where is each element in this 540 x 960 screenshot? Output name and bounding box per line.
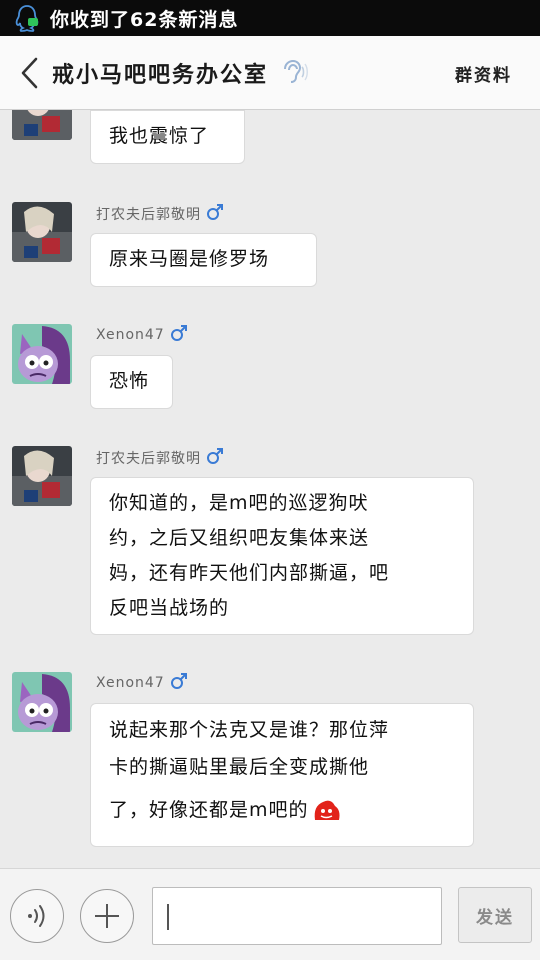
- message-text: 我也震惊了: [109, 125, 210, 147]
- message-line: 说起来那个法克又是谁？那位萍: [109, 719, 390, 741]
- male-icon: [170, 672, 188, 694]
- voice-icon: [28, 905, 45, 927]
- earpiece-mode-icon[interactable]: [278, 58, 308, 88]
- message-line: 你知道的，是m吧的巡逻狗吠: [109, 492, 369, 514]
- message-bubble[interactable]: 你知道的，是m吧的巡逻狗吠 约，之后又组织吧友集体来送 妈，还有昨天他们内部撕逼…: [90, 477, 474, 635]
- male-icon: [206, 203, 224, 225]
- voice-button[interactable]: [10, 889, 64, 943]
- sender-name: 打农夫后郭敬明: [96, 203, 224, 225]
- avatar[interactable]: [12, 202, 72, 262]
- message-line: 了，好像还都是m吧的: [109, 799, 309, 821]
- sender-name: 打农夫后郭敬明: [96, 447, 224, 469]
- qq-penguin-icon: [14, 4, 40, 32]
- avatar[interactable]: [12, 324, 72, 384]
- group-info-link[interactable]: 群资料: [455, 36, 512, 110]
- avatar[interactable]: [12, 672, 72, 732]
- chat-area[interactable]: 我也震惊了 打农夫后郭敬明 原来马圈是修罗场 Xenon47 恐怖 打农夫后郭敬…: [0, 110, 540, 868]
- sender-name-text: 打农夫后郭敬明: [96, 451, 201, 467]
- message-line: 妈，还有昨天他们内部撕逼，吧: [109, 562, 390, 584]
- male-icon: [206, 447, 224, 469]
- message-bubble[interactable]: 我也震惊了: [90, 110, 245, 164]
- back-button[interactable]: [8, 36, 50, 110]
- message-line: 反吧当战场的: [109, 597, 230, 619]
- notification-text[interactable]: 你收到了62条新消息: [50, 5, 238, 32]
- status-bar: 你收到了62条新消息: [0, 0, 540, 36]
- message-bubble[interactable]: 说起来那个法克又是谁？那位萍 卡的撕逼贴里最后全变成撕他 了，好像还都是m吧的: [90, 703, 474, 847]
- avatar[interactable]: [12, 110, 72, 140]
- message-text: 恐怖: [109, 370, 150, 392]
- sender-name-text: Xenon47: [96, 327, 165, 343]
- sender-name-text: Xenon47: [96, 675, 165, 691]
- message-line: 卡的撕逼贴里最后全变成撕他: [109, 756, 370, 778]
- message-line: 约，之后又组织吧友集体来送: [109, 527, 370, 549]
- chat-header: 戒小马吧吧务办公室 群资料: [0, 36, 540, 110]
- emoji-icon: [311, 798, 341, 824]
- avatar[interactable]: [12, 446, 72, 506]
- sender-name-text: 打农夫后郭敬明: [96, 207, 201, 223]
- input-bar: 发送: [0, 868, 540, 960]
- add-button[interactable]: [80, 889, 134, 943]
- message-text: 原来马圈是修罗场: [109, 248, 270, 270]
- plus-icon: [95, 904, 119, 928]
- message-line-wrap: 了，好像还都是m吧的: [109, 792, 455, 829]
- male-icon: [170, 324, 188, 346]
- message-input[interactable]: [152, 887, 442, 945]
- chevron-left-icon: [21, 57, 38, 88]
- page-title: 戒小马吧吧务办公室: [52, 62, 269, 88]
- sender-name: Xenon47: [96, 672, 188, 694]
- message-bubble[interactable]: 恐怖: [90, 355, 173, 409]
- message-bubble[interactable]: 原来马圈是修罗场: [90, 233, 317, 287]
- text-caret: [167, 904, 169, 930]
- sender-name: Xenon47: [96, 324, 188, 346]
- send-button[interactable]: 发送: [458, 887, 532, 943]
